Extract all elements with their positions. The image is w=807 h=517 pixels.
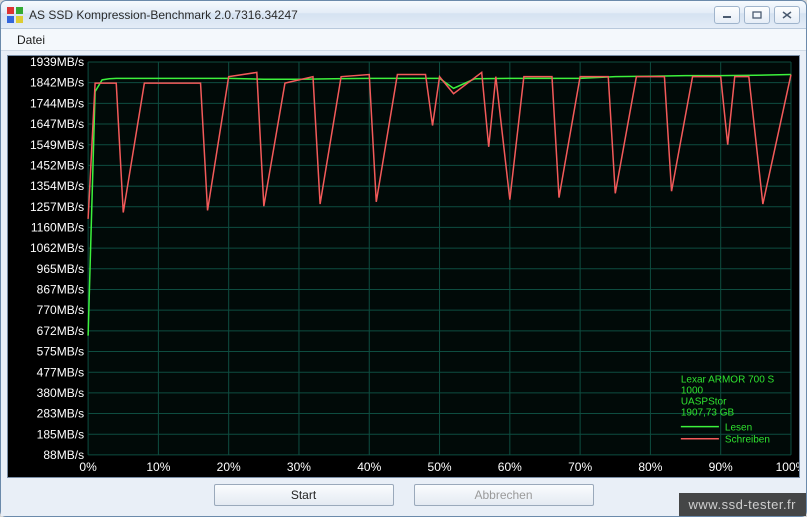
svg-text:50%: 50%: [428, 460, 452, 474]
window-controls: [714, 6, 800, 24]
abort-button: Abbrechen: [414, 484, 594, 506]
svg-text:575MB/s: 575MB/s: [37, 344, 84, 358]
svg-text:1939MB/s: 1939MB/s: [30, 56, 84, 69]
svg-text:1647MB/s: 1647MB/s: [30, 117, 84, 131]
svg-text:70%: 70%: [568, 460, 592, 474]
compression-chart: 88MB/s 185MB/s 283MB/s 380MB/s 477MB/s 575MB/…: [8, 56, 799, 477]
legend-driver: UASPStor: [681, 396, 727, 407]
svg-text:1257MB/s: 1257MB/s: [30, 200, 84, 214]
close-icon: [782, 11, 792, 19]
svg-text:1354MB/s: 1354MB/s: [30, 179, 84, 193]
svg-text:100%: 100%: [776, 460, 799, 474]
maximize-button[interactable]: [744, 6, 770, 24]
svg-text:1452MB/s: 1452MB/s: [30, 158, 84, 172]
svg-text:40%: 40%: [357, 460, 381, 474]
menu-datei[interactable]: Datei: [11, 31, 51, 49]
svg-text:965MB/s: 965MB/s: [37, 262, 84, 276]
svg-text:185MB/s: 185MB/s: [37, 427, 84, 441]
svg-text:380MB/s: 380MB/s: [37, 386, 84, 400]
svg-text:477MB/s: 477MB/s: [37, 365, 84, 379]
svg-text:770MB/s: 770MB/s: [37, 303, 84, 317]
svg-text:10%: 10%: [146, 460, 170, 474]
legend-write-label: Schreiben: [725, 435, 770, 446]
start-button[interactable]: Start: [214, 484, 394, 506]
minimize-icon: [722, 11, 732, 19]
legend-device: Lexar ARMOR 700 S: [681, 374, 775, 385]
window-title: AS SSD Kompression-Benchmark 2.0.7316.34…: [29, 8, 298, 22]
svg-text:1549MB/s: 1549MB/s: [30, 138, 84, 152]
close-button[interactable]: [774, 6, 800, 24]
chart-panel: 88MB/s 185MB/s 283MB/s 380MB/s 477MB/s 575MB/…: [7, 55, 800, 478]
svg-text:672MB/s: 672MB/s: [37, 324, 84, 338]
menubar: Datei: [1, 29, 806, 51]
content-area: 88MB/s 185MB/s 283MB/s 380MB/s 477MB/s 575MB/…: [1, 51, 806, 516]
svg-text:1160MB/s: 1160MB/s: [31, 220, 84, 234]
minimize-button[interactable]: [714, 6, 740, 24]
chart-legend: Lexar ARMOR 700 S 1000 UASPStor 1907,73 …: [679, 370, 797, 455]
svg-text:30%: 30%: [287, 460, 311, 474]
legend-capacity: 1907,73 GB: [681, 408, 735, 419]
svg-text:80%: 80%: [638, 460, 662, 474]
svg-text:60%: 60%: [498, 460, 522, 474]
maximize-icon: [752, 11, 762, 19]
svg-text:0%: 0%: [79, 460, 97, 474]
legend-read-label: Lesen: [725, 423, 752, 434]
svg-text:867MB/s: 867MB/s: [37, 283, 84, 297]
watermark: www.ssd-tester.fr: [679, 493, 806, 516]
app-icon: [7, 7, 23, 23]
svg-text:283MB/s: 283MB/s: [37, 406, 84, 420]
svg-text:90%: 90%: [709, 460, 733, 474]
svg-text:88MB/s: 88MB/s: [43, 448, 84, 462]
svg-text:1062MB/s: 1062MB/s: [30, 241, 84, 255]
svg-text:1744MB/s: 1744MB/s: [30, 96, 84, 110]
svg-text:1842MB/s: 1842MB/s: [30, 76, 84, 90]
legend-firmware: 1000: [681, 385, 704, 396]
application-window: AS SSD Kompression-Benchmark 2.0.7316.34…: [0, 0, 807, 517]
svg-text:20%: 20%: [217, 460, 241, 474]
titlebar[interactable]: AS SSD Kompression-Benchmark 2.0.7316.34…: [1, 1, 806, 29]
